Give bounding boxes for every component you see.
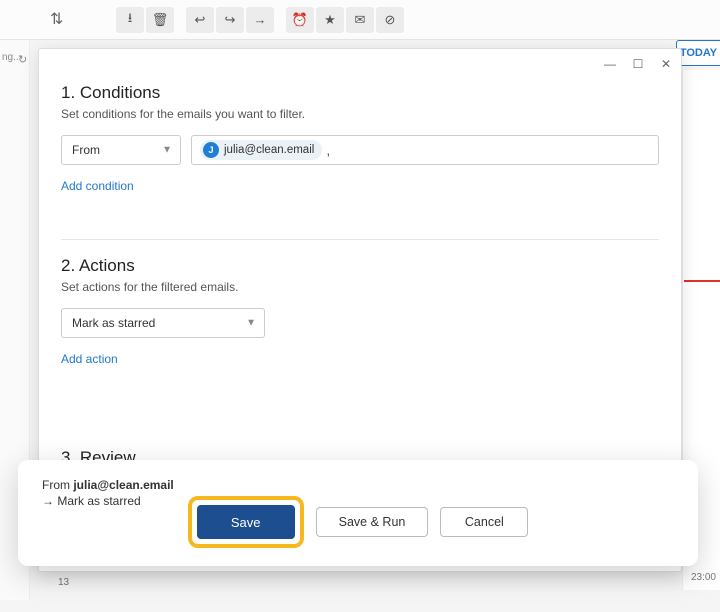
reply-all-icon[interactable]: ↪ — [216, 7, 244, 33]
review-summary-card: From julia@clean.email → Mark as starred… — [18, 460, 698, 566]
current-time-indicator — [684, 280, 720, 282]
mail-icon[interactable]: ✉ — [346, 7, 374, 33]
action-select-label: Mark as starred — [72, 316, 155, 330]
download-icon[interactable]: ⭳ — [116, 7, 144, 33]
email-chip[interactable]: J julia@clean.email — [200, 140, 322, 160]
cancel-button[interactable]: Cancel — [440, 507, 528, 537]
save-button[interactable]: Save — [197, 505, 295, 539]
calendar-day-label: 13 — [58, 577, 69, 588]
block-icon[interactable]: ⊘ — [376, 7, 404, 33]
add-action-link[interactable]: Add action — [61, 352, 118, 366]
background-toolbar: ⇅ ⭳ 🗑 ↩ ↪ → ⏰ ★ ✉ ⊘ — [0, 0, 720, 40]
close-icon[interactable]: ✕ — [657, 57, 675, 71]
today-button[interactable]: TODAY — [676, 40, 720, 66]
save-and-run-button[interactable]: Save & Run — [316, 507, 429, 537]
chip-separator: , — [326, 142, 330, 158]
action-select[interactable]: Mark as starred ▼ — [61, 308, 265, 338]
conditions-title: 1. Conditions — [61, 83, 659, 103]
chevron-down-icon: ▼ — [162, 145, 172, 156]
trash-icon[interactable]: 🗑 — [146, 7, 174, 33]
review-summary-line1: From julia@clean.email — [42, 478, 674, 492]
sort-icon: ⇅ — [50, 9, 66, 25]
actions-subtitle: Set actions for the filtered emails. — [61, 280, 659, 294]
add-condition-link[interactable]: Add condition — [61, 179, 134, 193]
forward-icon[interactable]: → — [246, 7, 274, 33]
condition-field-select[interactable]: From ▼ — [61, 135, 181, 165]
chevron-down-icon: ▼ — [246, 318, 256, 329]
chip-email: julia@clean.email — [224, 144, 314, 156]
reply-icon[interactable]: ↩ — [186, 7, 214, 33]
save-button-highlight: Save — [188, 496, 304, 548]
refresh-icon[interactable]: ↻ — [18, 53, 27, 66]
star-icon[interactable]: ★ — [316, 7, 344, 33]
calendar-time-label: 23:00 — [691, 572, 716, 583]
divider — [61, 239, 659, 240]
condition-field-label: From — [72, 143, 100, 157]
chip-avatar: J — [203, 142, 219, 158]
condition-value-input[interactable]: J julia@clean.email , — [191, 135, 659, 165]
snooze-icon[interactable]: ⏰ — [286, 7, 314, 33]
minimize-icon[interactable]: — — [601, 57, 619, 71]
conditions-subtitle: Set conditions for the emails you want t… — [61, 107, 659, 121]
maximize-icon[interactable]: ☐ — [629, 57, 647, 71]
actions-title: 2. Actions — [61, 256, 659, 276]
